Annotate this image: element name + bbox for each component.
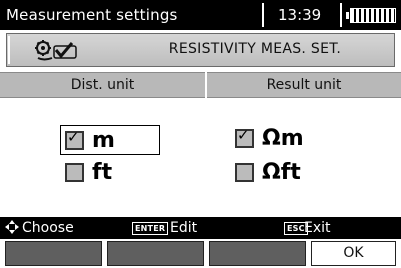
softkey-3[interactable]	[209, 241, 306, 266]
ok-button[interactable]: OK	[311, 241, 396, 266]
option-label: m	[92, 127, 115, 153]
battery-full-icon	[346, 8, 396, 23]
option-label: ft	[92, 160, 113, 185]
result-unit-option-ohm-ft[interactable]: Ωft	[235, 160, 301, 185]
column-result-unit: Result unit	[266, 77, 342, 93]
softkey-1[interactable]	[5, 241, 102, 266]
distance-unit-option-ft[interactable]: ft	[65, 160, 112, 185]
hint-choose: Choose	[22, 220, 74, 236]
settings-icon	[35, 40, 77, 61]
result-unit-option-ohm-m[interactable]: Ωm	[235, 126, 304, 151]
header-notch	[8, 36, 11, 64]
checkbox-unchecked-icon[interactable]	[65, 163, 84, 182]
checkbox-checked-icon[interactable]	[65, 128, 84, 150]
column-distance-unit: Dist. unit	[70, 77, 135, 93]
softkey-2[interactable]	[107, 241, 204, 266]
header-title: RESISTIVITY MEAS. SET.	[168, 41, 342, 57]
checkbox-checked-icon[interactable]	[235, 126, 254, 148]
four-way-arrow-icon	[5, 220, 19, 234]
title-separator	[262, 3, 264, 27]
checkbox-unchecked-icon[interactable]	[235, 163, 254, 182]
hint-edit: Edit	[170, 220, 198, 236]
enter-key-icon: ENTER	[132, 222, 169, 235]
option-label: Ωm	[262, 126, 304, 151]
option-label: Ωft	[262, 160, 301, 185]
title-separator	[340, 3, 342, 27]
screen-title: Measurement settings	[6, 6, 178, 24]
clock: 13:39	[278, 6, 322, 24]
distance-unit-option-m[interactable]: m	[60, 125, 160, 155]
hint-exit: Exit	[304, 220, 331, 236]
